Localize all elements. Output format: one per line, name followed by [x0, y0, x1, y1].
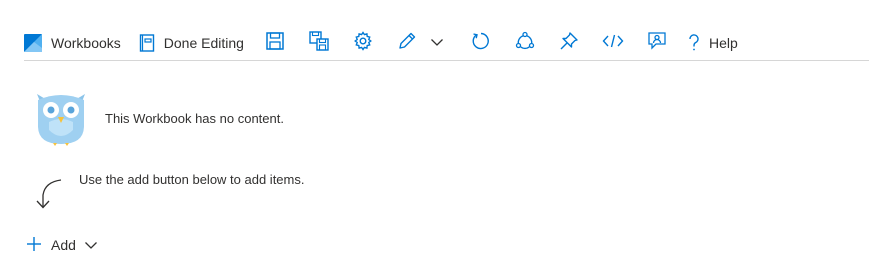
save-as-button[interactable] — [306, 26, 332, 60]
refresh-icon — [471, 31, 491, 56]
done-editing-icon — [139, 34, 155, 52]
add-chevron-down-icon — [84, 237, 98, 253]
workbook-page: Workbooks Done Editing Help This Workboo… — [0, 0, 869, 268]
save-icon — [266, 31, 284, 55]
save-button[interactable] — [262, 26, 288, 60]
share-button[interactable] — [512, 26, 538, 60]
share-icon — [515, 31, 535, 56]
add-label: Add — [51, 237, 76, 253]
add-hint-message: Use the add button below to add items. — [79, 172, 305, 187]
edit-dropdown-button[interactable] — [424, 26, 450, 60]
chevron-down-icon — [430, 34, 444, 52]
code-button[interactable] — [600, 26, 626, 60]
add-button[interactable]: Add — [26, 234, 98, 256]
edit-icon — [397, 31, 417, 56]
refresh-button[interactable] — [468, 26, 494, 60]
pin-icon — [559, 31, 579, 56]
help-label: Help — [708, 35, 738, 51]
workbooks-label: Workbooks — [51, 35, 121, 51]
plus-icon — [26, 236, 42, 255]
help-button[interactable]: Help — [688, 26, 738, 60]
workbooks-logo-icon — [24, 34, 42, 52]
save-as-icon — [309, 30, 329, 56]
settings-button[interactable] — [350, 26, 376, 60]
owl-illustration-icon — [33, 90, 89, 146]
curved-arrow-down-icon — [33, 177, 65, 211]
workbooks-button[interactable]: Workbooks — [24, 26, 121, 60]
workbook-toolbar: Workbooks Done Editing Help — [24, 26, 869, 61]
feedback-button[interactable] — [644, 26, 670, 60]
feedback-icon — [647, 31, 667, 56]
edit-button[interactable] — [394, 26, 420, 60]
done-editing-button[interactable]: Done Editing — [139, 26, 244, 60]
settings-icon — [353, 30, 373, 56]
help-icon — [688, 34, 700, 52]
done-editing-label: Done Editing — [163, 35, 244, 51]
no-content-message: This Workbook has no content. — [105, 111, 284, 126]
pin-button[interactable] — [556, 26, 582, 60]
code-icon — [602, 33, 624, 54]
